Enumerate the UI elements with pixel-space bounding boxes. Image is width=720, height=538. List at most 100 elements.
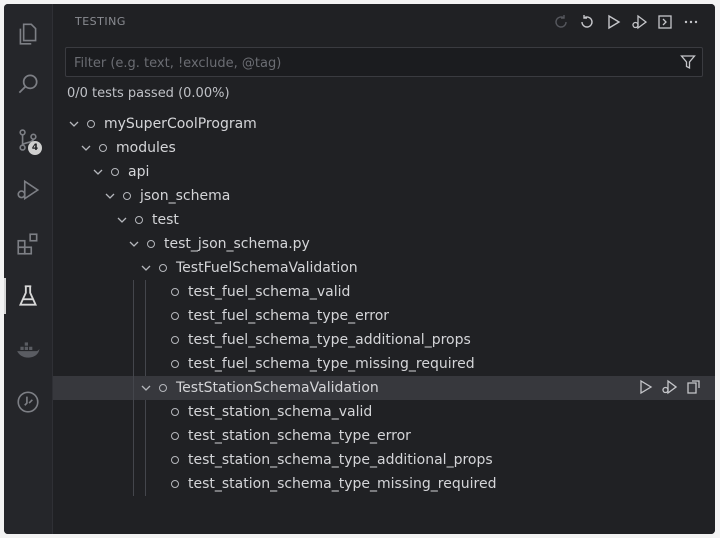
test-item-label: test_station_schema_valid <box>188 404 373 420</box>
activity-bar: 4 <box>4 4 53 534</box>
test-item-label: test_station_schema_type_error <box>188 428 411 444</box>
test-group-item[interactable]: api <box>53 160 715 184</box>
indent-guide <box>145 280 146 376</box>
run-debug-button[interactable] <box>4 166 52 214</box>
explorer-button[interactable] <box>4 10 52 58</box>
test-status-icon <box>159 384 167 392</box>
debug-icon <box>632 14 647 30</box>
test-status-icon <box>99 144 107 152</box>
search-icon <box>18 74 38 94</box>
test-item-label: test_station_schema_type_missing_require… <box>188 476 497 492</box>
test-item-label: modules <box>116 140 176 156</box>
test-case-item[interactable]: test_fuel_schema_type_missing_required <box>53 352 715 376</box>
filter-box <box>65 47 703 77</box>
chevron-down-icon[interactable] <box>91 165 105 179</box>
test-item-label: test_fuel_schema_type_error <box>188 308 390 324</box>
test-status-icon <box>111 168 119 176</box>
test-status-icon <box>147 240 155 248</box>
test-item-label: test_station_schema_type_additional_prop… <box>188 452 493 468</box>
test-item-label: TestFuelSchemaValidation <box>176 260 358 276</box>
test-status-icon <box>171 360 179 368</box>
vscode-window: 4 TESTING Filter (e.g. text, !exclude, @… <box>4 4 715 534</box>
test-item-label: TestStationSchemaValidation <box>176 380 379 396</box>
panel-header: TESTING <box>53 4 715 40</box>
timeline-button[interactable] <box>4 378 52 426</box>
rerun-icon <box>581 15 593 28</box>
test-group-item[interactable]: test_json_schema.py <box>53 232 715 256</box>
test-item-label: test_fuel_schema_valid <box>188 284 351 300</box>
chevron-down-icon[interactable] <box>139 381 153 395</box>
test-status-icon <box>171 288 179 296</box>
docker-button[interactable] <box>4 326 52 374</box>
go-to-test-icon[interactable] <box>685 379 701 395</box>
rerun-tests-button[interactable] <box>577 12 597 32</box>
history-icon <box>17 391 39 413</box>
test-case-item[interactable]: test_fuel_schema_valid <box>53 280 715 304</box>
scm-count-badge: 4 <box>28 141 42 155</box>
refresh-tests-button[interactable] <box>551 12 571 32</box>
search-button[interactable] <box>4 60 52 108</box>
source-control-button[interactable]: 4 <box>4 116 52 164</box>
panel-toolbar <box>551 12 701 32</box>
test-status-icon <box>171 456 179 464</box>
test-group-item[interactable]: mySuperCoolProgram <box>53 112 715 136</box>
beaker-icon <box>18 285 38 306</box>
test-group-item[interactable]: modules <box>53 136 715 160</box>
run-debug-icon <box>17 179 40 201</box>
test-status-icon <box>159 264 167 272</box>
test-status-icon <box>171 312 179 320</box>
test-case-item[interactable]: test_station_schema_type_error <box>53 424 715 448</box>
play-icon <box>608 14 621 30</box>
test-summary: 0/0 tests passed (0.00%) <box>67 86 230 101</box>
test-item-label: json_schema <box>140 188 231 204</box>
extensions-icon <box>17 233 38 255</box>
panel-title: TESTING <box>75 15 126 28</box>
test-item-label: test_fuel_schema_type_additional_props <box>188 332 471 348</box>
show-output-button[interactable] <box>655 12 675 32</box>
files-icon <box>19 23 37 45</box>
more-icon <box>684 20 698 24</box>
test-case-item[interactable]: test_station_schema_valid <box>53 400 715 424</box>
filter-input[interactable] <box>72 51 666 75</box>
test-group-item[interactable]: TestFuelSchemaValidation <box>53 256 715 280</box>
test-status-icon <box>87 120 95 128</box>
chevron-down-icon[interactable] <box>79 141 93 155</box>
chevron-down-icon[interactable] <box>139 261 153 275</box>
filter-icon[interactable] <box>680 54 696 70</box>
test-group-item[interactable]: TestStationSchemaValidation <box>53 376 715 400</box>
debug-all-tests-button[interactable] <box>629 12 649 32</box>
indent-guide <box>145 400 146 496</box>
extensions-button[interactable] <box>4 220 52 268</box>
testing-button[interactable] <box>4 272 52 320</box>
test-case-item[interactable]: test_station_schema_type_missing_require… <box>53 472 715 496</box>
more-actions-button[interactable] <box>681 12 701 32</box>
debug-test-icon[interactable] <box>661 379 677 395</box>
test-item-label: test_fuel_schema_type_missing_required <box>188 356 475 372</box>
test-group-item[interactable]: test <box>53 208 715 232</box>
indent-guide <box>133 280 134 496</box>
chevron-down-icon[interactable] <box>127 237 141 251</box>
test-item-label: mySuperCoolProgram <box>104 116 257 132</box>
test-group-item[interactable]: json_schema <box>53 184 715 208</box>
test-case-item[interactable]: test_station_schema_type_additional_prop… <box>53 448 715 472</box>
terminal-icon <box>658 15 672 29</box>
docker-icon <box>17 342 40 358</box>
run-all-tests-button[interactable] <box>603 12 623 32</box>
test-status-icon <box>171 408 179 416</box>
test-case-item[interactable]: test_fuel_schema_type_error <box>53 304 715 328</box>
testing-panel: TESTING Filter (e.g. text, !exclude, @ta… <box>53 4 715 534</box>
test-status-icon <box>123 192 131 200</box>
test-item-label: api <box>128 164 150 180</box>
test-status-icon <box>171 336 179 344</box>
chevron-down-icon[interactable] <box>67 117 81 131</box>
test-item-label: test_json_schema.py <box>164 236 310 252</box>
run-test-icon[interactable] <box>637 379 653 395</box>
test-status-icon <box>171 432 179 440</box>
row-actions <box>637 379 701 395</box>
refresh-icon <box>555 15 567 28</box>
test-case-item[interactable]: test_fuel_schema_type_additional_props <box>53 328 715 352</box>
test-item-label: test <box>152 212 179 228</box>
chevron-down-icon[interactable] <box>115 213 129 227</box>
chevron-down-icon[interactable] <box>103 189 117 203</box>
test-status-icon <box>135 216 143 224</box>
